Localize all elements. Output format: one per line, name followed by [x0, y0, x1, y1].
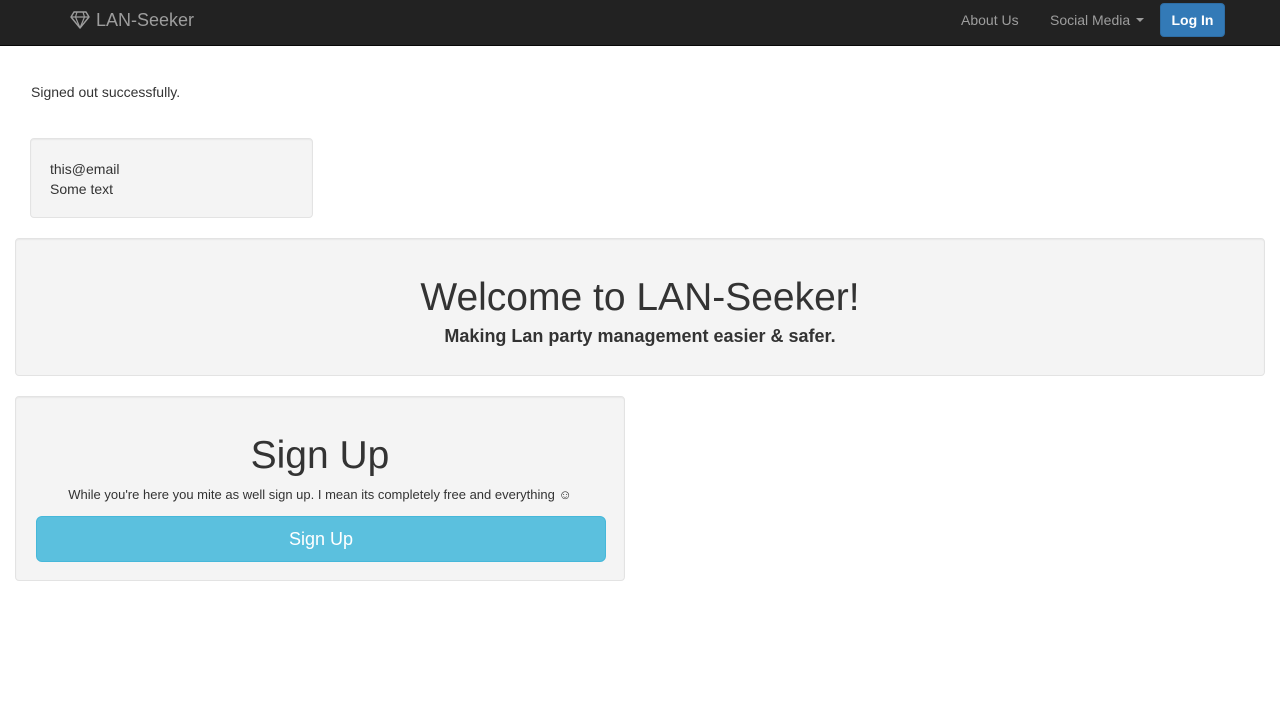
signup-button[interactable]: Sign Up — [36, 516, 606, 562]
signup-title: Sign Up — [250, 434, 390, 477]
navbar: LAN-Seeker About Us Social Media Log In — [0, 0, 1280, 46]
brand-label: LAN-Seeker — [96, 9, 195, 30]
welcome-title: Welcome to LAN-Seeker! — [420, 276, 860, 319]
login-button[interactable]: Log In — [1160, 3, 1225, 37]
signup-text: While you're here you mite as well sign … — [68, 487, 572, 502]
diamond-icon — [70, 11, 90, 29]
brand-link[interactable]: LAN-Seeker — [70, 0, 194, 40]
nav-social-media-dropdown[interactable]: Social Media — [1050, 0, 1145, 40]
user-card: this@email Some text — [30, 138, 313, 218]
flash-notice: Signed out successfully. — [31, 84, 181, 100]
caret-down-icon — [1136, 18, 1145, 22]
nav-social-media-label: Social Media — [1050, 12, 1131, 28]
welcome-subtitle: Making Lan party management easier & saf… — [444, 326, 836, 346]
user-email: this@email — [50, 161, 120, 177]
nav-about-us[interactable]: About Us — [961, 0, 1019, 40]
user-text: Some text — [50, 181, 114, 197]
